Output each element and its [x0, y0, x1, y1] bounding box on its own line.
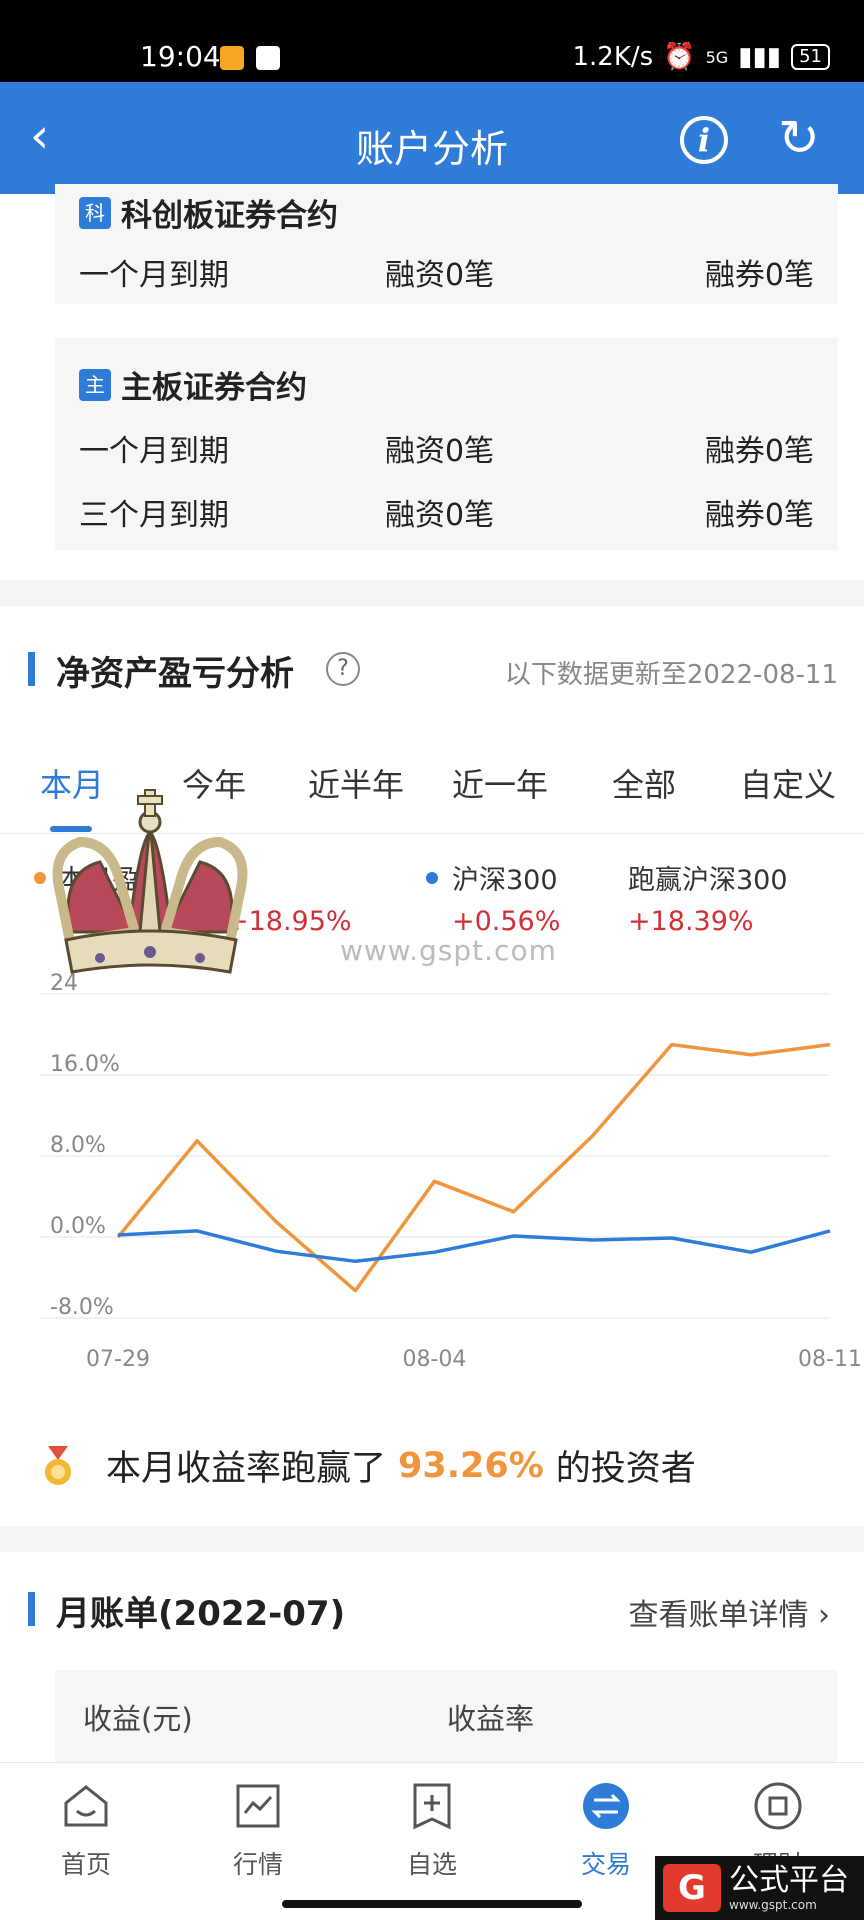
- bill-detail-label: 查看账单详情: [628, 1598, 809, 1633]
- contract-row: 三个月到期 融资0笔 融券0笔: [79, 490, 814, 533]
- bill-summary: 收益(元) 收益率: [55, 1670, 838, 1762]
- tab-half-year[interactable]: 近半年: [308, 760, 404, 806]
- y-tick-label: 16.0%: [50, 1052, 120, 1077]
- update-date: 以下数据更新至2022-08-11: [504, 660, 838, 690]
- help-icon[interactable]: ?: [326, 652, 360, 686]
- beat-suffix: 的投资者: [555, 1449, 696, 1489]
- nav-market-label: 行情: [232, 1850, 283, 1879]
- status-bar: 19:04 1.2K/s ⏰ 5G ▮▮▮ 51: [0, 0, 864, 82]
- short-count: 融券0笔: [704, 434, 814, 469]
- series-line-index: [117, 1229, 831, 1264]
- info-icon[interactable]: i: [680, 116, 728, 164]
- contract-title: 主板证券合约: [121, 370, 307, 406]
- refresh-icon[interactable]: ↻: [778, 110, 820, 166]
- legend-index-name: 沪深300: [452, 865, 558, 896]
- legend-dot-index: [426, 872, 438, 884]
- y-tick-label: 8.0%: [50, 1133, 106, 1158]
- wealth-icon: [754, 1782, 802, 1830]
- nav-home[interactable]: 首页: [26, 1781, 146, 1881]
- contract-main-board: 主 主板证券合约 一个月到期 融资0笔 融券0笔 三个月到期 融资0笔 融券0笔: [55, 338, 838, 550]
- logo-url: www.gspt.com: [729, 1898, 817, 1912]
- term: 一个月到期: [79, 434, 229, 469]
- app-bar: ‹ 账户分析 i ↻: [0, 82, 864, 194]
- short-count: 融券0笔: [704, 498, 814, 533]
- beat-prefix: 本月收益率跑赢了: [106, 1449, 387, 1489]
- term: 三个月到期: [79, 498, 229, 533]
- term: 一个月到期: [79, 258, 229, 293]
- beat-percent: 93.26%: [398, 1445, 544, 1486]
- contract-row: 一个月到期 融资0笔 融券0笔: [79, 426, 814, 469]
- x-tick-label: 08-04: [402, 1347, 466, 1372]
- tab-custom[interactable]: 自定义: [740, 760, 836, 806]
- bill-rate-label: 收益率: [447, 1702, 535, 1736]
- analysis-card: 净资产盈亏分析 ? 以下数据更新至2022-08-11 本月 今年 近半年 近一…: [0, 606, 864, 1526]
- y-tick-label: 0.0%: [50, 1214, 106, 1239]
- nav-trade[interactable]: 交易: [546, 1781, 666, 1881]
- nav-market[interactable]: 行情: [198, 1781, 318, 1881]
- tab-one-year[interactable]: 近一年: [452, 760, 548, 806]
- contract-title: 科创板证券合约: [121, 198, 338, 234]
- margin-count: 融资0笔: [385, 258, 495, 293]
- y-tick-label: -8.0%: [50, 1295, 114, 1320]
- nav-watchlist[interactable]: 自选: [372, 1781, 492, 1881]
- contract-header: 科 科创板证券合约: [79, 190, 338, 235]
- logo-mark: G: [663, 1864, 721, 1912]
- tab-all[interactable]: 全部: [612, 760, 676, 806]
- section-title: 净资产盈亏分析: [56, 654, 294, 694]
- watermark-text: www.gspt.com: [340, 934, 557, 967]
- add-watchlist-icon: [413, 1783, 451, 1830]
- nav-home-label: 首页: [60, 1850, 111, 1879]
- series-line-portfolio: [116, 1042, 831, 1293]
- x-tick-label: 07-29: [86, 1347, 150, 1372]
- page-title: 账户分析: [355, 127, 508, 171]
- status-right: 1.2K/s ⏰ 5G ▮▮▮ 51: [572, 42, 830, 72]
- notification-icon: [220, 46, 244, 70]
- legend-excess-name: 跑赢沪深300: [628, 865, 788, 896]
- clock: 19:04: [140, 40, 221, 73]
- crown-sticker: [52, 789, 248, 974]
- trade-icon: [583, 1783, 629, 1829]
- chart-icon: [236, 1784, 280, 1828]
- home-indicator[interactable]: [282, 1900, 582, 1908]
- home-icon: [64, 1785, 108, 1827]
- site-logo: G 公式平台 www.gspt.com: [655, 1856, 864, 1920]
- section-marker: [28, 1592, 35, 1626]
- logo-text: 公式平台 www.gspt.com: [729, 1863, 849, 1913]
- bill-detail-link[interactable]: 查看账单详情 ›: [628, 1590, 830, 1634]
- legend-index-value: +0.56%: [452, 906, 561, 937]
- beat-investors: 本月收益率跑赢了 93.26% 的投资者: [40, 1440, 696, 1491]
- logo-name: 公式平台: [729, 1863, 849, 1898]
- contract-header: 主 主板证券合约: [79, 362, 307, 407]
- margin-count: 融资0笔: [385, 498, 495, 533]
- bill-title: 月账单(2022-07): [56, 1594, 346, 1634]
- monthly-bill-card: 月账单(2022-07) 查看账单详情 › 收益(元) 收益率: [0, 1552, 864, 1762]
- legend-excess-value: +18.39%: [628, 906, 754, 937]
- margin-count: 融资0笔: [385, 434, 495, 469]
- alarm-icon: ⏰: [663, 42, 696, 72]
- contract-tag: 主: [79, 368, 111, 401]
- bill-income-label: 收益(元): [83, 1702, 193, 1736]
- nav-watchlist-label: 自选: [406, 1850, 457, 1879]
- chevron-right-icon: ›: [818, 1598, 830, 1633]
- nav-trade-label: 交易: [580, 1850, 631, 1879]
- pnl-line-chart: 2416.0%8.0%0.0%-8.0% 07-29 08-04 08-11: [40, 971, 862, 1372]
- contract-star-market: 科 科创板证券合约 一个月到期 融资0笔 融券0笔: [55, 184, 838, 304]
- section-marker: [28, 652, 35, 686]
- contracts-card: 科 科创板证券合约 一个月到期 融资0笔 融券0笔 主 主板证券合约 一个月到期…: [0, 184, 864, 580]
- x-tick-label: 08-11: [798, 1347, 862, 1372]
- contract-tag: 科: [79, 196, 111, 229]
- app-notification-icon: [256, 46, 280, 70]
- net-speed: 1.2K/s: [572, 42, 654, 72]
- medal-icon: [45, 1445, 71, 1485]
- short-count: 融券0笔: [704, 258, 814, 293]
- signal-label: 5G: [705, 47, 729, 67]
- signal-icon: ▮▮▮: [738, 42, 782, 72]
- battery-icon: 51: [791, 44, 830, 70]
- contract-row: 一个月到期 融资0笔 融券0笔: [79, 250, 814, 293]
